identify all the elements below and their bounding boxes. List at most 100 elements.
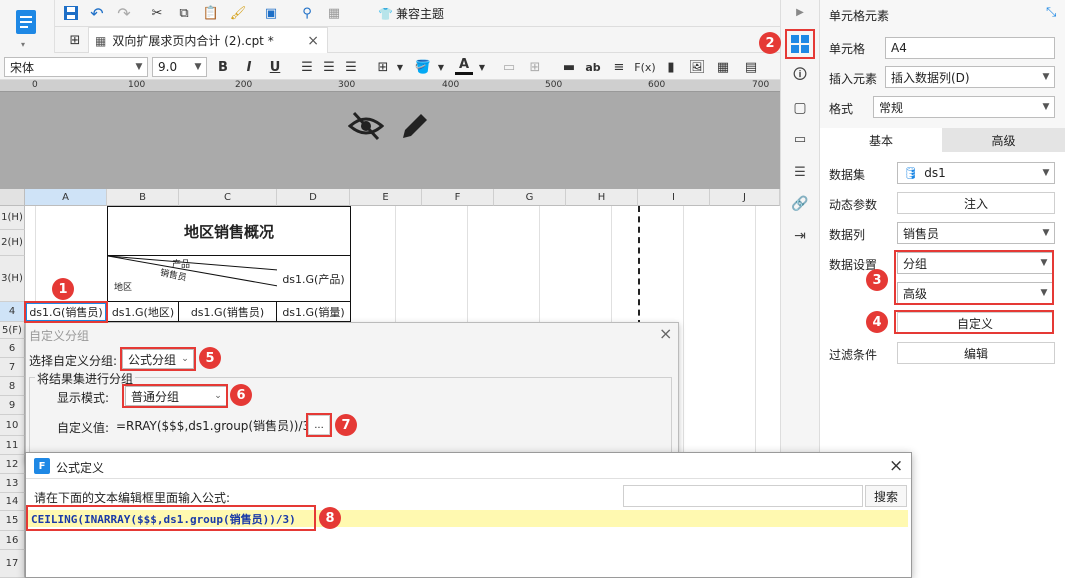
formula-icon[interactable]: F(x) <box>634 58 655 76</box>
filter-edit-button[interactable]: 编辑 <box>897 342 1055 364</box>
custom-value-field[interactable]: =RRAY($$$,ds1.group(销售员))/3) <box>116 415 306 435</box>
column-header-d[interactable]: D <box>277 189 350 206</box>
preview-icon[interactable]: ▣ <box>262 4 280 22</box>
row-header[interactable]: 2(H) <box>0 230 25 256</box>
paste-icon[interactable]: 📋 <box>202 4 220 22</box>
collapse-arrow-icon[interactable]: ▶ <box>790 4 810 20</box>
pencil-icon[interactable] <box>399 110 431 145</box>
row-header[interactable]: 3(H) <box>0 256 25 302</box>
compat-theme-button[interactable]: 👕 兼容主题 <box>378 5 444 22</box>
dataset-label: 数据集 <box>829 168 866 182</box>
copy-icon[interactable]: ⧉ <box>175 4 193 22</box>
underline-icon[interactable]: U <box>266 58 284 76</box>
row-header[interactable]: 17 <box>0 550 25 578</box>
column-header-c[interactable]: C <box>179 189 277 206</box>
hyperlink-icon[interactable]: 🔗 <box>787 192 813 216</box>
column-header-h[interactable]: H <box>566 189 638 206</box>
row-header[interactable]: 10 <box>0 415 25 436</box>
align-center-icon[interactable]: ☰ <box>320 58 338 76</box>
stack-icon[interactable]: ☰ <box>787 160 813 184</box>
row-header[interactable]: 9 <box>0 396 25 415</box>
report-title-cell[interactable]: 地区销售概况 <box>107 206 351 256</box>
import-icon[interactable]: ⇥ <box>787 224 813 248</box>
row-header[interactable]: 13 <box>0 474 25 493</box>
row-header[interactable]: 7 <box>0 358 25 377</box>
search-button[interactable]: 搜索 <box>865 485 907 507</box>
cell-field[interactable]: A4 <box>885 37 1055 59</box>
row-header[interactable]: 11 <box>0 436 25 455</box>
merge-icon[interactable]: ▭ <box>500 58 518 76</box>
column-header-i[interactable]: I <box>638 189 710 206</box>
formula-dialog-close-icon[interactable]: × <box>889 456 903 476</box>
subreport-icon[interactable]: ▦ <box>714 58 732 76</box>
paragraph-icon[interactable]: ≡ <box>610 58 628 76</box>
hidden-eye-icon[interactable] <box>347 110 385 145</box>
column-header-b[interactable]: B <box>107 189 179 206</box>
row-header[interactable]: 8 <box>0 377 25 396</box>
cell-c4[interactable]: ds1.G(销售员) <box>179 302 277 322</box>
cell-b4[interactable]: ds1.G(地区) <box>107 302 179 322</box>
insert-element-select[interactable]: 插入数据列(D) ▼ <box>885 66 1055 88</box>
font-color-dropdown-icon[interactable]: ▼ <box>473 58 491 76</box>
column-header-a[interactable]: A <box>25 189 107 206</box>
cell-attribute-icon[interactable]: 🛈 <box>787 64 813 88</box>
align-left-icon[interactable]: ☰ <box>298 58 316 76</box>
plugin-icon[interactable]: ⚲ <box>298 4 316 22</box>
row-header[interactable]: 6 <box>0 339 25 358</box>
row-header[interactable]: 4 <box>0 302 25 322</box>
align-right-icon[interactable]: ☰ <box>342 58 360 76</box>
database-icon: 🛢 <box>903 166 919 180</box>
border-icon[interactable]: ⊞ <box>374 58 392 76</box>
widget-icon[interactable]: ▢ <box>787 96 813 120</box>
link-cell-icon[interactable]: ▬ <box>560 58 578 76</box>
save-icon[interactable] <box>62 4 80 22</box>
font-select[interactable]: 宋体 ▼ <box>4 57 148 77</box>
fill-dropdown-icon[interactable]: ▼ <box>432 58 450 76</box>
column-header-e[interactable]: E <box>350 189 422 206</box>
unmerge-icon[interactable]: ⊞ <box>526 58 544 76</box>
text-icon[interactable]: ab <box>584 58 602 76</box>
disabled-icon[interactable]: ▦ <box>325 4 343 22</box>
row-header[interactable]: 1(H) <box>0 206 25 230</box>
cut-icon[interactable]: ✂ <box>148 4 166 22</box>
cell-d4[interactable]: ds1.G(销量) <box>277 302 351 322</box>
tab-advanced[interactable]: 高级 <box>942 128 1065 152</box>
form-icon[interactable]: ▤ <box>742 58 760 76</box>
font-color-icon[interactable]: A <box>455 57 473 75</box>
image-icon[interactable]: 🖼 <box>688 58 706 76</box>
fill-color-icon[interactable]: 🪣 <box>414 58 432 76</box>
undo-icon[interactable]: ↶ <box>88 4 106 23</box>
tab-document[interactable]: ▦ 双向扩展求页内合计 (2).cpt * × <box>88 27 328 53</box>
dataset-select[interactable]: 🛢 ds1 ▼ <box>897 162 1055 184</box>
template-icon[interactable] <box>14 8 38 36</box>
font-size-select[interactable]: 9.0 ▼ <box>152 57 207 77</box>
inject-button[interactable]: 注入 <box>897 192 1055 214</box>
template-dropdown-icon[interactable]: ▾ <box>21 40 25 49</box>
row-header[interactable]: 15 <box>0 511 25 531</box>
row-header[interactable]: 14 <box>0 493 25 511</box>
redo-icon[interactable]: ↷ <box>115 4 133 23</box>
highlight-data-setting <box>894 250 1054 305</box>
bold-icon[interactable]: B <box>214 58 232 76</box>
panel-pin-icon[interactable]: ⤡ <box>1046 5 1056 20</box>
column-header-g[interactable]: G <box>494 189 566 206</box>
data-column-select[interactable]: 销售员 ▼ <box>897 222 1055 244</box>
border-dropdown-icon[interactable]: ▼ <box>391 58 409 76</box>
format-painter-icon[interactable]: 🖌 <box>229 4 247 22</box>
style-select[interactable]: 常规 ▼ <box>873 96 1055 118</box>
slash-header-cell[interactable]: 产品 销售员 地区 <box>107 256 278 302</box>
chart-icon[interactable]: ▮ <box>662 58 680 76</box>
row-header[interactable]: 5(F) <box>0 322 25 339</box>
italic-icon[interactable]: I <box>240 58 258 76</box>
grid-view-icon[interactable]: ⊞ <box>66 31 84 49</box>
tab-basic[interactable]: 基本 <box>820 128 942 152</box>
custom-group-close-icon[interactable]: × <box>659 324 672 343</box>
formula-search-input[interactable] <box>623 485 863 507</box>
column-header-f[interactable]: F <box>422 189 494 206</box>
row-header[interactable]: 12 <box>0 455 25 474</box>
row-header[interactable]: 16 <box>0 531 25 550</box>
condition-icon[interactable]: ▭ <box>787 127 813 151</box>
column-header-j[interactable]: J <box>710 189 780 206</box>
tab-close-icon[interactable]: × <box>307 33 319 49</box>
cell-d3[interactable]: ds1.G(产品) <box>277 256 351 302</box>
